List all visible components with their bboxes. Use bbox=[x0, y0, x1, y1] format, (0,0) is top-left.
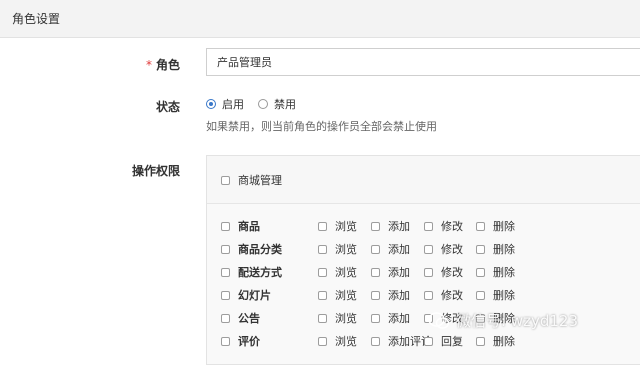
module-checkbox[interactable] bbox=[221, 268, 230, 277]
action-checkbox[interactable] bbox=[318, 291, 327, 300]
action-label[interactable]: 添加 bbox=[388, 264, 410, 280]
module-checkbox[interactable] bbox=[221, 291, 230, 300]
action-label[interactable]: 修改 bbox=[441, 287, 463, 303]
module-checkbox[interactable] bbox=[221, 222, 230, 231]
action-label[interactable]: 删除 bbox=[493, 264, 515, 280]
status-label: 状态 bbox=[155, 100, 180, 114]
action-checkbox[interactable] bbox=[476, 245, 485, 254]
role-label-group: * 角色 bbox=[146, 56, 180, 73]
action-checkbox[interactable] bbox=[424, 245, 433, 254]
action-label[interactable]: 删除 bbox=[493, 287, 515, 303]
module-checkbox[interactable] bbox=[221, 314, 230, 323]
group-label[interactable]: 商城管理 bbox=[238, 172, 282, 188]
watermark: 微信号: wzyd123 bbox=[428, 310, 578, 331]
module-label[interactable]: 商品 bbox=[238, 218, 260, 234]
status-hint: 如果禁用，则当前角色的操作员全部会禁止使用 bbox=[206, 120, 437, 133]
group-checkbox[interactable] bbox=[221, 176, 230, 185]
action-checkbox[interactable] bbox=[371, 291, 380, 300]
module-label[interactable]: 评价 bbox=[238, 333, 260, 349]
required-mark: * bbox=[145, 58, 152, 72]
action-label[interactable]: 修改 bbox=[441, 264, 463, 280]
permissions-group-header: 商城管理 bbox=[207, 156, 640, 204]
action-label[interactable]: 浏览 bbox=[335, 333, 357, 349]
action-label[interactable]: 添加 bbox=[388, 241, 410, 257]
action-label[interactable]: 删除 bbox=[493, 218, 515, 234]
page-title: 角色设置 bbox=[12, 12, 61, 26]
action-checkbox[interactable] bbox=[318, 314, 327, 323]
action-label[interactable]: 浏览 bbox=[335, 218, 357, 234]
action-checkbox[interactable] bbox=[318, 222, 327, 231]
action-label[interactable]: 添加 bbox=[388, 310, 410, 326]
action-checkbox[interactable] bbox=[424, 337, 433, 346]
action-checkbox[interactable] bbox=[424, 268, 433, 277]
action-checkbox[interactable] bbox=[476, 268, 485, 277]
action-label[interactable]: 浏览 bbox=[335, 287, 357, 303]
action-checkbox[interactable] bbox=[318, 268, 327, 277]
role-label: 角色 bbox=[155, 58, 180, 72]
permissions-panel: 商城管理 商品 浏览 添加 修改 删除 商品分类 浏览 添加 修改 删除 配送方式 浏览 添加 修改 删除幻… bbox=[206, 155, 640, 365]
wechat-icon bbox=[428, 311, 450, 329]
status-disable-radio[interactable] bbox=[258, 99, 268, 109]
module-label[interactable]: 公告 bbox=[238, 310, 260, 326]
action-checkbox[interactable] bbox=[371, 268, 380, 277]
module-checkbox[interactable] bbox=[221, 245, 230, 254]
status-disable-label[interactable]: 禁用 bbox=[274, 96, 296, 112]
status-enable-radio[interactable] bbox=[206, 99, 216, 109]
page-header: 角色设置 bbox=[0, 0, 640, 38]
module-label[interactable]: 商品分类 bbox=[238, 241, 282, 257]
module-checkbox[interactable] bbox=[221, 337, 230, 346]
action-label[interactable]: 删除 bbox=[493, 333, 515, 349]
action-checkbox[interactable] bbox=[371, 337, 380, 346]
module-label[interactable]: 幻灯片 bbox=[238, 287, 271, 303]
action-label[interactable]: 添加 bbox=[388, 218, 410, 234]
action-label[interactable]: 修改 bbox=[441, 218, 463, 234]
action-label[interactable]: 修改 bbox=[441, 241, 463, 257]
module-label[interactable]: 配送方式 bbox=[238, 264, 282, 280]
action-label[interactable]: 删除 bbox=[493, 241, 515, 257]
action-label[interactable]: 浏览 bbox=[335, 264, 357, 280]
action-checkbox[interactable] bbox=[424, 222, 433, 231]
status-enable-label[interactable]: 启用 bbox=[222, 96, 244, 112]
action-checkbox[interactable] bbox=[318, 337, 327, 346]
action-label[interactable]: 添加 bbox=[388, 287, 410, 303]
action-checkbox[interactable] bbox=[371, 245, 380, 254]
action-checkbox[interactable] bbox=[476, 222, 485, 231]
action-checkbox[interactable] bbox=[371, 314, 380, 323]
action-label[interactable]: 浏览 bbox=[335, 241, 357, 257]
action-checkbox[interactable] bbox=[318, 245, 327, 254]
status-radio-group: 启用 禁用 bbox=[206, 96, 310, 112]
action-checkbox[interactable] bbox=[476, 337, 485, 346]
role-name-input[interactable] bbox=[206, 48, 640, 76]
action-label[interactable]: 浏览 bbox=[335, 310, 357, 326]
action-checkbox[interactable] bbox=[424, 291, 433, 300]
action-label[interactable]: 回复 bbox=[441, 333, 463, 349]
action-checkbox[interactable] bbox=[371, 222, 380, 231]
action-checkbox[interactable] bbox=[476, 291, 485, 300]
permissions-label: 操作权限 bbox=[131, 164, 180, 178]
watermark-text: 微信号: wzyd123 bbox=[456, 312, 578, 330]
